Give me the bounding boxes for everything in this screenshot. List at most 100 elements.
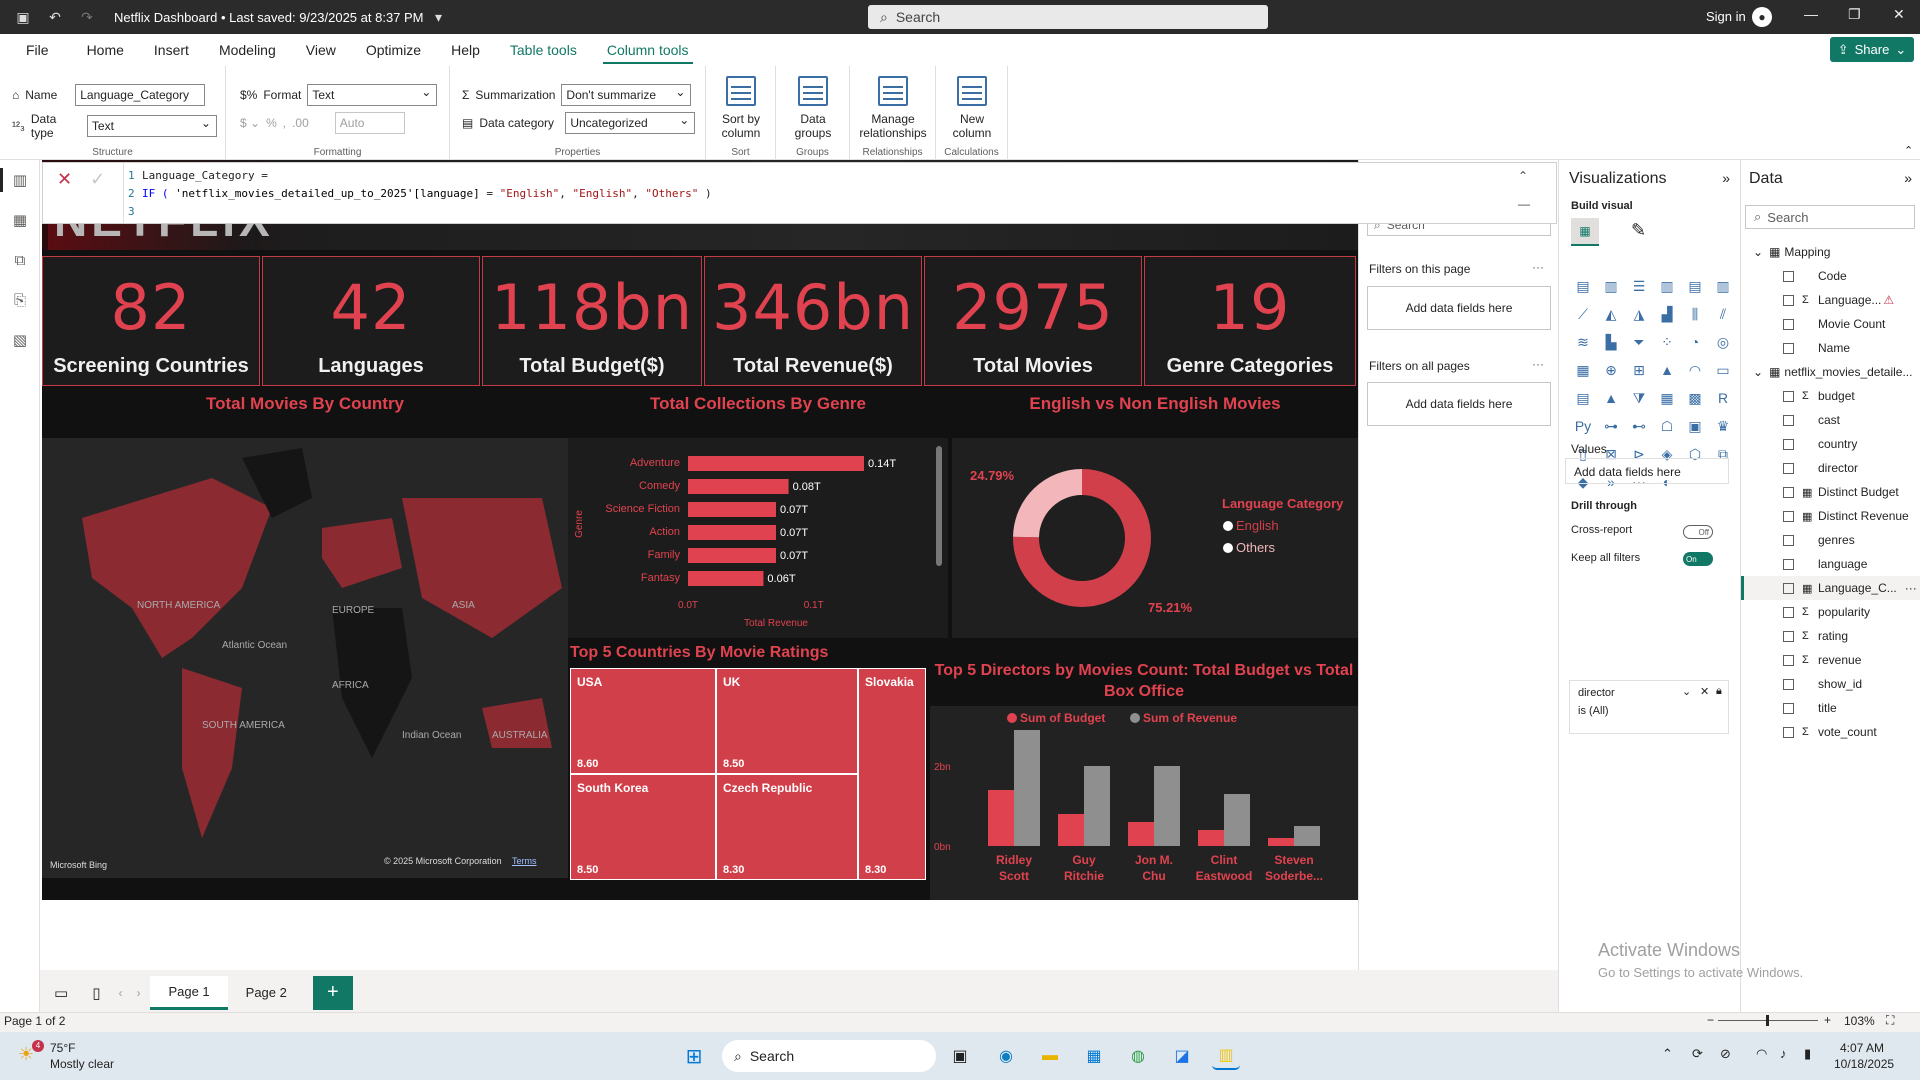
chrome-icon[interactable]: ◍ bbox=[1124, 1042, 1152, 1070]
field-row[interactable]: Movie Count bbox=[1741, 312, 1920, 336]
start-icon[interactable]: ⊞ bbox=[680, 1042, 708, 1070]
clock-time[interactable]: 4:07 AM bbox=[1840, 1041, 1884, 1055]
clock-date[interactable]: 10/18/2025 bbox=[1834, 1057, 1894, 1071]
close-icon[interactable]: ✕ bbox=[1893, 6, 1905, 23]
currency-icon[interactable]: $ ⌄ bbox=[240, 116, 260, 130]
chevron-up-icon[interactable]: ⌃ bbox=[1662, 1046, 1673, 1062]
field-row[interactable]: genres bbox=[1741, 528, 1920, 552]
mobile-layout-icon[interactable]: ▯ bbox=[92, 984, 100, 1002]
scatter-icon[interactable]: ⁘ bbox=[1656, 332, 1678, 352]
field-checkbox[interactable] bbox=[1783, 582, 1794, 594]
cross-report-toggle[interactable]: Off bbox=[1683, 525, 1713, 539]
field-row-selected[interactable]: ▦ Language_C... ··· bbox=[1741, 576, 1920, 600]
lock-icon[interactable]: 🔒︎ bbox=[1716, 685, 1722, 698]
summarization-select[interactable]: Don't summarize bbox=[561, 84, 692, 106]
chevron-down-icon[interactable]: ⌄ bbox=[1682, 685, 1691, 698]
line-chart-icon[interactable]: ⟋ bbox=[1572, 304, 1594, 324]
directors-combo-chart[interactable]: Sum of Budget Sum of Revenue 2bn 0bn Ridley S… bbox=[930, 706, 1358, 900]
field-checkbox[interactable] bbox=[1783, 726, 1794, 738]
table-icon[interactable]: ▦ bbox=[1656, 388, 1678, 408]
treemap-cell-usa[interactable]: USA 8.60 bbox=[570, 668, 716, 774]
data-search-input[interactable]: ⌕ Search bbox=[1745, 205, 1915, 229]
save-icon[interactable]: ▣ bbox=[14, 8, 32, 26]
field-checkbox[interactable] bbox=[1783, 294, 1794, 306]
field-row[interactable]: Σvote_count bbox=[1741, 720, 1920, 744]
more-options-icon[interactable]: ··· bbox=[1532, 357, 1544, 371]
avatar-icon[interactable]: ● bbox=[1752, 7, 1772, 27]
language-donut-chart[interactable]: 75.21% 24.79% Language Category English Othe… bbox=[952, 438, 1358, 638]
line-column-icon[interactable]: ⫼ bbox=[1684, 304, 1706, 324]
stacked-column-icon[interactable]: ▥ bbox=[1600, 276, 1622, 296]
field-checkbox[interactable] bbox=[1783, 678, 1794, 690]
percent-icon[interactable]: % bbox=[266, 116, 277, 130]
field-checkbox[interactable] bbox=[1783, 630, 1794, 642]
new-column-button[interactable]: New column bbox=[942, 76, 1002, 140]
wifi-icon[interactable]: ◠ bbox=[1756, 1046, 1767, 1062]
field-row[interactable]: title bbox=[1741, 696, 1920, 720]
title-dropdown-icon[interactable]: ▾ bbox=[430, 8, 448, 26]
field-row[interactable]: Code bbox=[1741, 264, 1920, 288]
desktop-layout-icon[interactable]: ▭ bbox=[54, 984, 68, 1002]
document-title[interactable]: Netflix Dashboard • Last saved: 9/23/202… bbox=[114, 10, 424, 25]
edge-icon[interactable]: ◉ bbox=[992, 1042, 1020, 1070]
kpi-card-countries[interactable]: 82 Screening Countries bbox=[42, 256, 260, 386]
volume-icon[interactable]: ♪ bbox=[1780, 1046, 1787, 1061]
comma-icon[interactable]: , bbox=[283, 116, 286, 130]
matrix-icon[interactable]: ▩ bbox=[1684, 388, 1706, 408]
add-page-button[interactable]: + bbox=[312, 975, 353, 1010]
name-input[interactable]: Language_Category bbox=[75, 84, 206, 106]
field-row[interactable]: director bbox=[1741, 456, 1920, 480]
100-bar-icon[interactable]: ▤ bbox=[1684, 276, 1706, 296]
zoom-in-icon[interactable]: + bbox=[1824, 1013, 1831, 1027]
tab-insert[interactable]: Insert bbox=[150, 36, 193, 64]
goals-icon[interactable]: ♛ bbox=[1712, 416, 1734, 436]
zoom-level[interactable]: 103% bbox=[1844, 1014, 1875, 1028]
map-terms-link[interactable]: Terms bbox=[512, 856, 537, 866]
all-pages-filters-dropzone[interactable]: Add data fields here bbox=[1367, 382, 1551, 426]
datatype-select[interactable]: Text bbox=[86, 115, 217, 137]
key-influencers-icon[interactable]: ⊶ bbox=[1600, 416, 1622, 436]
100-column-icon[interactable]: ▥ bbox=[1712, 276, 1734, 296]
battery-icon[interactable]: ▮ bbox=[1804, 1046, 1811, 1062]
tab-table-tools[interactable]: Table tools bbox=[506, 36, 581, 64]
cancel-formula-icon[interactable]: ✕ bbox=[57, 169, 72, 190]
fit-to-page-icon[interactable]: ⛶ bbox=[1886, 1013, 1894, 1028]
values-dropzone[interactable]: Add data fields here bbox=[1565, 458, 1729, 484]
narrative-icon[interactable]: ▣ bbox=[1684, 416, 1706, 436]
ribbon-chart-icon[interactable]: ≋ bbox=[1572, 332, 1594, 352]
field-checkbox[interactable] bbox=[1783, 270, 1794, 282]
filled-map-icon[interactable]: ⊞ bbox=[1628, 360, 1650, 380]
dax-query-icon[interactable]: ⎘ bbox=[0, 280, 40, 320]
field-checkbox[interactable] bbox=[1783, 390, 1794, 402]
treemap-cell-slovakia[interactable]: Slovakia 8.30 bbox=[858, 668, 926, 880]
tab-page-1[interactable]: Page 1 bbox=[150, 975, 228, 1010]
field-row[interactable]: Σpopularity bbox=[1741, 600, 1920, 624]
model-view-icon[interactable]: ⧉ bbox=[0, 240, 40, 280]
tab-help[interactable]: Help bbox=[447, 36, 484, 64]
dax-editor[interactable]: 1 Language_Category = 2 IF ( 'netflix_movi… bbox=[123, 163, 1518, 223]
power-bi-icon[interactable]: ▥ bbox=[1212, 1042, 1240, 1070]
field-row[interactable]: Name bbox=[1741, 336, 1920, 360]
undo-icon[interactable]: ↶ bbox=[46, 8, 64, 26]
kpi-icon[interactable]: ▲ bbox=[1600, 388, 1622, 408]
field-checkbox[interactable] bbox=[1783, 654, 1794, 666]
report-view-icon[interactable]: ▥ bbox=[0, 160, 40, 200]
field-row[interactable]: language bbox=[1741, 552, 1920, 576]
area-chart-icon[interactable]: ◭ bbox=[1600, 304, 1622, 324]
clustered-bar-icon[interactable]: ☰ bbox=[1628, 276, 1650, 296]
build-visual-icon[interactable]: ▦ bbox=[1571, 218, 1599, 246]
field-checkbox[interactable] bbox=[1783, 534, 1794, 546]
treemap-cell-czech-republic[interactable]: Czech Republic 8.30 bbox=[716, 774, 858, 880]
azure-map-icon[interactable]: ▲ bbox=[1656, 360, 1678, 380]
kpi-card-revenue[interactable]: 346bn Total Revenue($) bbox=[704, 256, 922, 386]
datacategory-select[interactable]: Uncategorized bbox=[565, 112, 696, 134]
field-checkbox[interactable] bbox=[1783, 342, 1794, 354]
taskbar-search-input[interactable]: ⌕ Search bbox=[722, 1040, 936, 1072]
collapse-ribbon-icon[interactable]: ⌃ bbox=[1904, 144, 1913, 157]
keep-filters-toggle[interactable]: On bbox=[1683, 552, 1713, 566]
decomposition-tree-icon[interactable]: ⊷ bbox=[1628, 416, 1650, 436]
file-explorer-icon[interactable]: ▬ bbox=[1036, 1042, 1064, 1070]
tab-modeling[interactable]: Modeling bbox=[215, 36, 280, 64]
genre-bar-chart[interactable]: Adventure 0.14T Comedy 0.08T Science Fiction… bbox=[568, 438, 948, 638]
manage-relationships-button[interactable]: Manage relationships bbox=[854, 76, 932, 140]
